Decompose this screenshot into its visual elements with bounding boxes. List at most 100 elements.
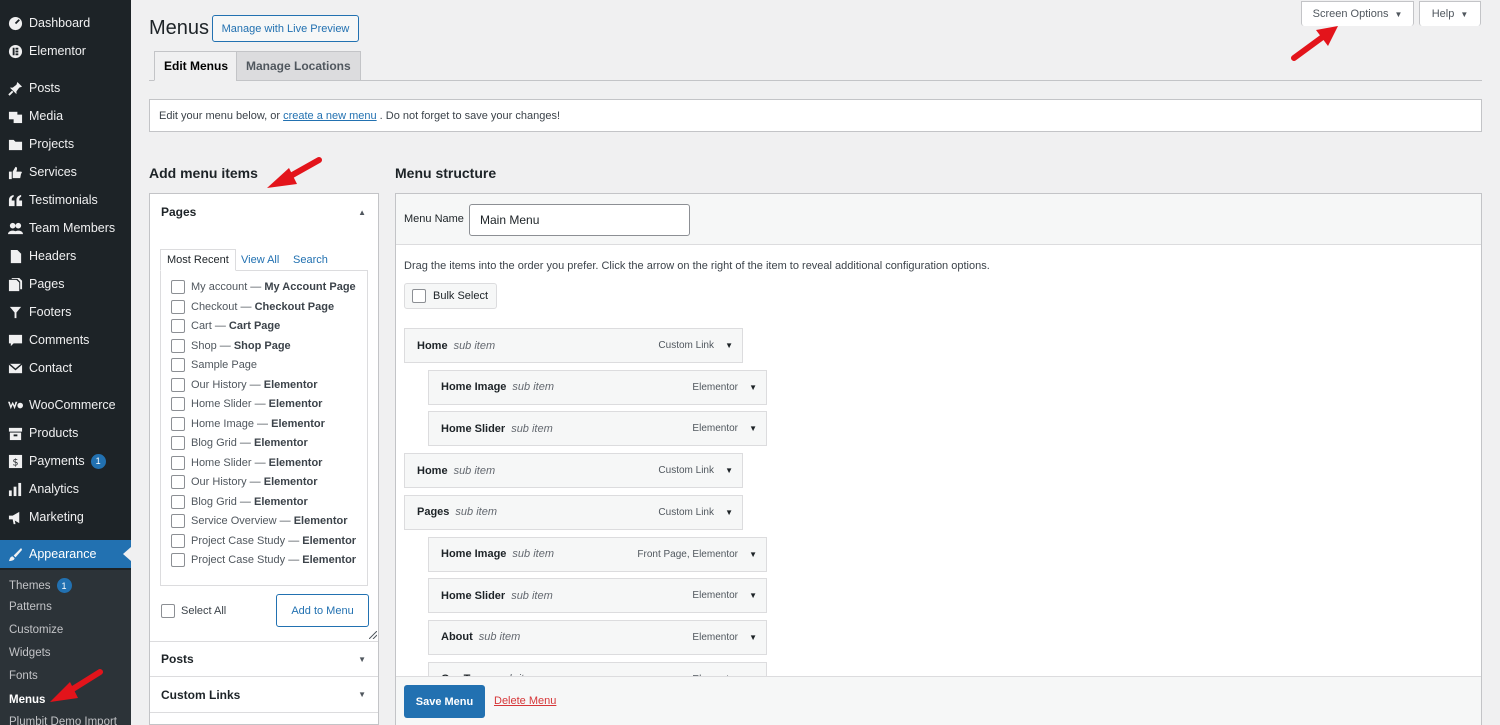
page-checkbox-item[interactable]: Service Overview — Elementor	[171, 514, 348, 528]
checkbox[interactable]	[171, 436, 185, 450]
menu-name-input[interactable]	[469, 204, 690, 236]
checkbox[interactable]	[171, 319, 185, 333]
help-button[interactable]: Help ▼	[1419, 1, 1481, 26]
page-checkbox-item[interactable]: My account — My Account Page	[171, 280, 356, 294]
menu-item[interactable]: Pages sub item Custom Link ▼	[404, 494, 743, 530]
page-checkbox-item[interactable]: Blog Grid — Elementor	[171, 436, 308, 450]
page-checkbox-item[interactable]: Cart — Cart Page	[171, 319, 280, 333]
checkbox[interactable]	[171, 553, 185, 567]
sidebar-item-elementor[interactable]: Elementor	[0, 37, 131, 65]
sidebar-item-pages[interactable]: Pages	[0, 270, 131, 298]
resize-handle-icon[interactable]	[369, 631, 377, 639]
submenu-item-customize[interactable]: Customize	[9, 624, 63, 636]
pages-accordion-header[interactable]: Pages ▲	[150, 194, 378, 230]
sidebar-item-woocommerce[interactable]: WooCommerce	[0, 391, 131, 419]
checkbox[interactable]	[171, 416, 185, 431]
submenu-item-menus[interactable]: Menus	[9, 694, 45, 706]
menu-item[interactable]: Home sub item Custom Link ▼	[404, 328, 743, 363]
sidebar-item-posts[interactable]: Posts	[0, 74, 131, 102]
checkbox[interactable]	[171, 299, 185, 314]
expand-arrow-icon[interactable]: ▼	[749, 591, 757, 600]
page-checkbox-item[interactable]: Checkout — Checkout Page	[171, 299, 335, 314]
menu-item[interactable]: About sub item Elementor ▼	[428, 619, 767, 655]
expand-arrow-icon[interactable]: ▼	[749, 383, 757, 392]
checkbox[interactable]	[171, 514, 185, 528]
custom-links-accordion-header[interactable]: Custom Links ▼	[150, 677, 378, 713]
checkbox[interactable]	[171, 533, 185, 548]
expand-arrow-icon[interactable]: ▼	[749, 424, 757, 433]
add-to-menu-button[interactable]: Add to Menu	[276, 594, 369, 627]
page-checkbox-item[interactable]: Home Slider — Elementor	[171, 455, 322, 470]
subtab-most-recent[interactable]: Most Recent	[160, 249, 236, 271]
tab-edit-menus[interactable]: Edit Menus	[154, 51, 239, 81]
subtab-search[interactable]: Search	[293, 249, 328, 271]
menu-item[interactable]: Home Slider sub item Elementor ▼	[428, 411, 767, 447]
checkbox[interactable]	[412, 289, 426, 303]
sidebar-item-appearance[interactable]: Appearance	[0, 540, 131, 568]
checkbox[interactable]	[171, 455, 185, 470]
sidebar-item-comments[interactable]: Comments	[0, 326, 131, 354]
page-checkbox-item[interactable]: Home Image — Elementor	[171, 416, 325, 431]
page-checkbox-item[interactable]: Our History — Elementor	[171, 475, 318, 489]
subtab-view-all[interactable]: View All	[241, 249, 279, 271]
menu-item[interactable]: Home Slider sub item Elementor ▼	[428, 578, 767, 614]
sidebar-item-footers[interactable]: Footers	[0, 298, 131, 326]
page-checkbox-item[interactable]: Our History — Elementor	[171, 377, 318, 392]
page-checkbox-item[interactable]: Project Case Study — Elementor	[171, 553, 356, 567]
sidebar-item-media[interactable]: Media	[0, 102, 131, 130]
page-name: Cart	[191, 320, 212, 332]
archive-icon	[7, 425, 23, 441]
submenu-item-fonts[interactable]: Fonts	[9, 670, 38, 682]
expand-arrow-icon[interactable]: ▼	[725, 341, 733, 350]
sidebar-item-products[interactable]: Products	[0, 419, 131, 447]
submenu-item-patterns[interactable]: Patterns	[9, 601, 52, 613]
expand-arrow-icon[interactable]: ▼	[725, 466, 733, 475]
checkbox[interactable]	[171, 358, 185, 372]
sidebar-item-dashboard[interactable]: Dashboard	[0, 9, 131, 37]
select-all-checkbox[interactable]: Select All	[161, 604, 226, 618]
save-menu-button[interactable]: Save Menu	[404, 685, 485, 718]
sidebar-item-analytics[interactable]: Analytics	[0, 475, 131, 503]
sidebar-item-testimonials[interactable]: Testimonials	[0, 186, 131, 214]
sidebar-item-services[interactable]: Services	[0, 158, 131, 186]
page-checkbox-item[interactable]: Shop — Shop Page	[171, 338, 291, 353]
live-preview-button[interactable]: Manage with Live Preview	[212, 15, 359, 42]
checkbox[interactable]	[171, 377, 185, 392]
page-checkbox-item[interactable]: Home Slider — Elementor	[171, 397, 322, 411]
page-checkbox-item[interactable]: Project Case Study — Elementor	[171, 533, 356, 548]
expand-arrow-icon[interactable]: ▼	[749, 633, 757, 642]
menu-item[interactable]: Home sub item Custom Link ▼	[404, 453, 743, 489]
page-checkbox-item[interactable]: Blog Grid — Elementor	[171, 494, 308, 509]
bulk-select-button[interactable]: Bulk Select	[404, 283, 498, 309]
sidebar-item-payments[interactable]: $ Payments 1	[0, 447, 131, 475]
pages-icon	[7, 276, 23, 292]
menu-item[interactable]: Our Teamsub itemElementor▼	[428, 661, 767, 676]
sidebar-item-headers[interactable]: Headers	[0, 242, 131, 270]
checkbox[interactable]	[171, 397, 185, 411]
posts-accordion-header[interactable]: Posts ▼	[150, 641, 378, 677]
checkbox[interactable]	[171, 494, 185, 509]
checkbox[interactable]	[161, 604, 175, 618]
sidebar-item-marketing[interactable]: Marketing	[0, 503, 131, 531]
page-checkbox-item[interactable]: Sample Page	[171, 358, 257, 372]
page-name: Checkout	[191, 300, 238, 313]
page-state-tag: Checkout Page	[254, 300, 335, 313]
tab-manage-locations[interactable]: Manage Locations	[236, 51, 361, 81]
expand-arrow-icon[interactable]: ▼	[725, 508, 733, 517]
screen-options-button[interactable]: Screen Options ▼	[1301, 1, 1414, 26]
delete-menu-link[interactable]: Delete Menu	[494, 695, 556, 707]
menu-item[interactable]: Home Image sub item Elementor ▼	[428, 369, 767, 405]
checkbox[interactable]	[171, 280, 185, 294]
sidebar-item-team-members[interactable]: Team Members	[0, 214, 131, 242]
checkbox[interactable]	[171, 475, 185, 489]
submenu-item-plumbit-demo-import[interactable]: Plumbit Demo Import	[9, 716, 117, 725]
expand-arrow-icon[interactable]: ▼	[749, 550, 757, 559]
sidebar-item-contact[interactable]: Contact	[0, 354, 131, 382]
dollar-icon: $	[7, 453, 23, 469]
checkbox[interactable]	[171, 338, 185, 353]
submenu-item-widgets[interactable]: Widgets	[9, 647, 51, 659]
menu-item[interactable]: Home Image sub item Front Page, Elementor ▼	[428, 536, 767, 572]
submenu-item-themes[interactable]: Themes 1	[9, 578, 72, 593]
create-new-menu-link[interactable]: create a new menu	[283, 110, 377, 122]
sidebar-item-projects[interactable]: Projects	[0, 130, 131, 158]
